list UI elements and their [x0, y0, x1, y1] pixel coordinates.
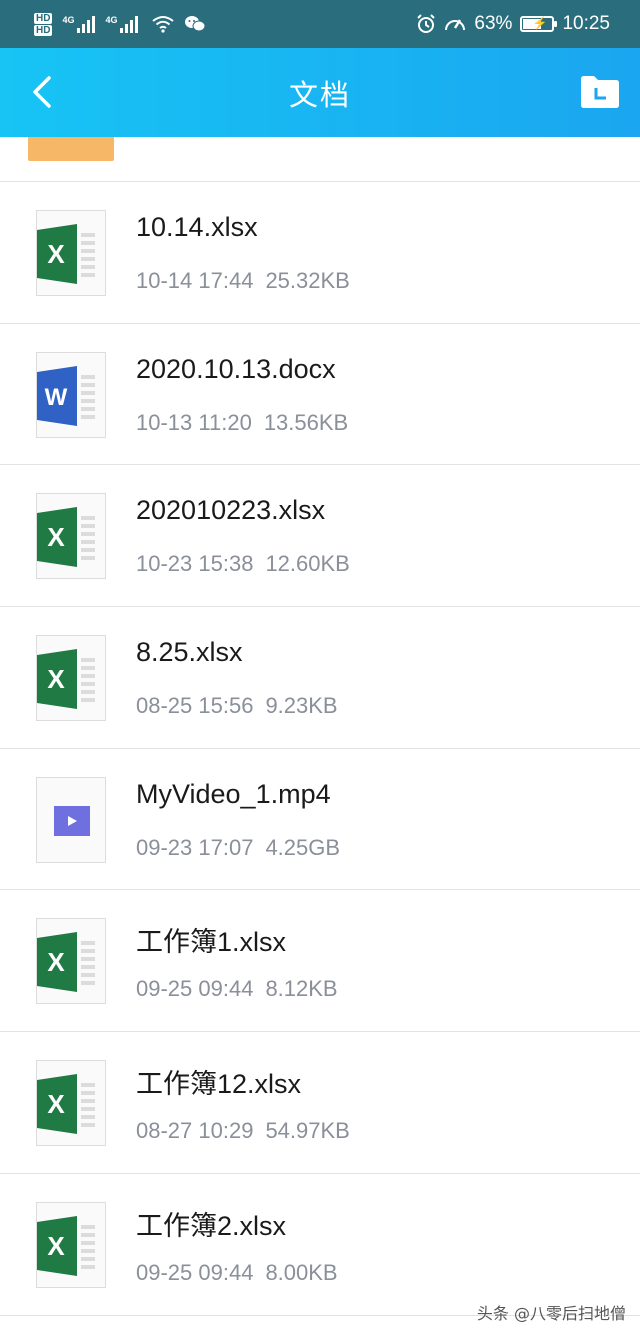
alarm-icon [417, 14, 436, 33]
list-item[interactable]: X 10.14.xlsx 10-14 17:44 25.32KB [0, 182, 640, 324]
file-date: 09-25 09:44 [136, 976, 254, 1002]
file-thumbnail [36, 776, 106, 863]
excel-icon: X [37, 1215, 95, 1276]
file-thumbnail: X [36, 210, 106, 296]
excel-icon: X [37, 224, 95, 284]
speed-icon [445, 19, 466, 31]
svg-text:X: X [47, 239, 65, 269]
excel-icon: X [37, 1074, 95, 1135]
file-thumbnail: X [36, 918, 106, 1005]
signal-icon: 4G [105, 15, 139, 33]
status-right: 63% ⚡ 10:25 [416, 13, 610, 35]
network-type-label: 4G [62, 15, 75, 25]
file-name: 2020.10.13.docx [136, 353, 336, 384]
wechat-icon [185, 16, 206, 32]
file-name: 工作簿2.xlsx [136, 1210, 287, 1241]
hd-icon: HD [34, 12, 53, 24]
file-meta: 10-23 15:38 12.60KB [136, 551, 350, 577]
list-item[interactable]: X 工作簿12.xlsx 08-27 10:29 54.97KB [0, 1032, 640, 1174]
status-bar: HD HD 4G 4G 63% ⚡ 10:25 [0, 0, 640, 48]
battery-icon: ⚡ [520, 16, 558, 32]
word-icon: W [37, 365, 95, 426]
file-name: 工作簿12.xlsx [136, 1069, 302, 1100]
file-size: 13.56KB [263, 409, 349, 435]
excel-icon: X [37, 932, 95, 993]
svg-text:X: X [47, 522, 65, 552]
file-size: 54.97KB [265, 1118, 350, 1144]
video-icon [54, 805, 90, 836]
file-name: 工作簿1.xlsx [136, 927, 287, 958]
svg-text:X: X [47, 1231, 65, 1261]
file-date: 08-27 10:29 [136, 1118, 254, 1144]
list-item[interactable]: X 8.25.xlsx 08-25 15:56 9.23KB [0, 607, 640, 749]
folder-icon [581, 76, 619, 108]
hd-indicators: HD HD [34, 12, 53, 36]
file-size: 4.25GB [265, 834, 341, 860]
file-thumbnail: X [36, 1201, 106, 1288]
file-thumbnail: X [36, 635, 106, 722]
file-name: 202010223.xlsx [136, 495, 326, 526]
file-size: 12.60KB [265, 551, 350, 577]
signal-icon: 4G [62, 15, 96, 33]
file-date: 10-23 15:38 [136, 551, 254, 577]
file-meta: 10-13 11:20 13.56KB [136, 410, 348, 436]
file-list: X 10.14.xlsx 10-14 17:44 25.32KB W 2020.1… [0, 182, 640, 1316]
file-size: 8.00KB [265, 1259, 338, 1285]
file-meta: 08-27 10:29 54.97KB [136, 1118, 350, 1144]
list-item[interactable]: X 工作簿1.xlsx 09-25 09:44 8.12KB [0, 890, 640, 1033]
excel-icon: X [37, 649, 95, 710]
file-date: 09-23 17:07 [136, 834, 254, 860]
file-date: 09-25 09:44 [136, 1259, 254, 1285]
file-size: 8.12KB [265, 976, 338, 1002]
file-meta: 10-14 17:44 25.32KB [136, 268, 350, 294]
battery-percent: 63% [474, 13, 513, 34]
back-button[interactable] [22, 72, 62, 112]
status-left: HD HD 4G 4G [34, 12, 206, 36]
file-thumbnail: X [36, 1060, 106, 1147]
file-date: 10-13 11:20 [136, 409, 252, 435]
network-type-label: 4G [105, 15, 118, 25]
svg-text:X: X [47, 664, 65, 694]
wifi-icon [152, 16, 175, 33]
folder-button[interactable] [578, 72, 622, 112]
list-item[interactable]: MyVideo_1.mp4 09-23 17:07 4.25GB [0, 749, 640, 891]
file-meta: 09-25 09:44 8.00KB [136, 1260, 338, 1286]
svg-text:X: X [47, 947, 65, 977]
watermark: 头条 @八零后扫地僧 [476, 1304, 626, 1323]
charging-icon: ⚡ [532, 16, 548, 30]
svg-text:X: X [47, 1089, 65, 1119]
file-size: 9.23KB [265, 693, 338, 719]
file-date: 10-14 17:44 [136, 268, 254, 293]
excel-icon: X [37, 507, 95, 568]
clock: 10:25 [562, 13, 610, 34]
file-meta: 09-25 09:44 8.12KB [136, 976, 338, 1002]
file-date: 08-25 15:56 [136, 693, 254, 719]
file-name: 10.14.xlsx [136, 212, 258, 242]
file-meta: 08-25 15:56 9.23KB [136, 693, 338, 719]
folder-thumbnail [28, 137, 114, 161]
hd-icon: HD [34, 24, 53, 36]
file-size: 25.32KB [265, 268, 350, 293]
chevron-left-icon [33, 76, 51, 108]
file-name: 8.25.xlsx [136, 637, 243, 668]
file-thumbnail: W [36, 351, 106, 438]
list-item-partial[interactable] [0, 137, 640, 182]
page-title: 文档 [288, 77, 351, 112]
list-item[interactable]: X 202010223.xlsx 10-23 15:38 12.60KB [0, 465, 640, 608]
list-item[interactable]: W 2020.10.13.docx 10-13 11:20 13.56KB [0, 324, 640, 466]
file-name: MyVideo_1.mp4 [136, 778, 331, 809]
svg-text:W: W [45, 384, 68, 411]
file-meta: 09-23 17:07 4.25GB [136, 835, 340, 861]
app-header: 文档 [0, 48, 640, 137]
list-item[interactable]: X 工作簿2.xlsx 09-25 09:44 8.00KB [0, 1174, 640, 1316]
file-thumbnail: X [36, 493, 106, 580]
